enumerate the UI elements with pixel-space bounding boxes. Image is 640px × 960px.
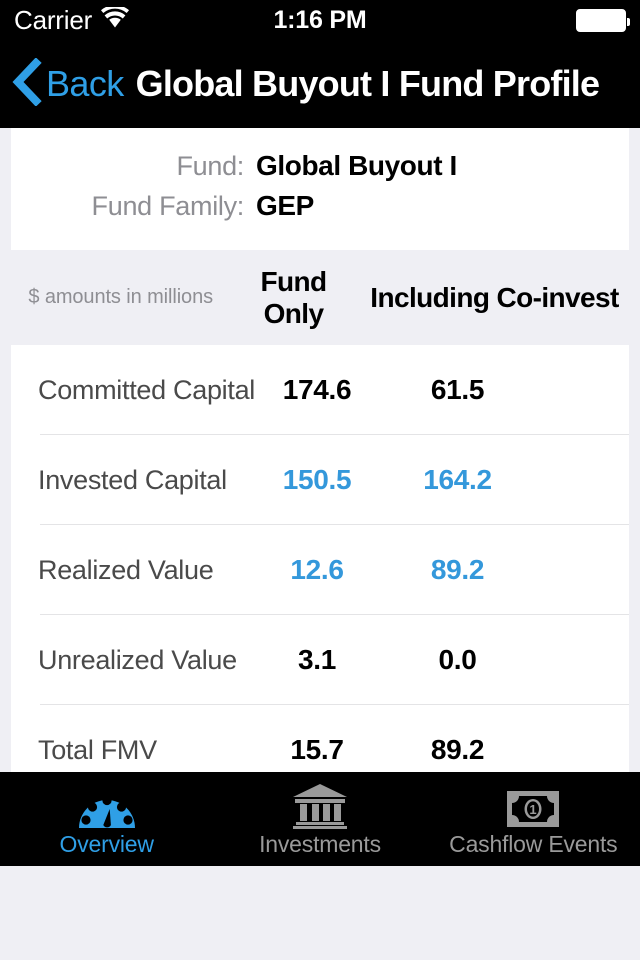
fund-info-card: Fund: Global Buyout I Fund Family: GEP: [11, 128, 629, 250]
fund-family-value: GEP: [256, 190, 314, 221]
table-row[interactable]: Invested Capital 150.5 164.2: [11, 435, 629, 525]
wifi-icon: [101, 5, 130, 33]
tab-cashflow-events[interactable]: 1 Cashflow Events: [427, 772, 640, 866]
back-button[interactable]: Back: [12, 56, 124, 111]
banknote-icon: 1: [505, 783, 561, 829]
fund-family-label: Fund Family:: [91, 191, 245, 221]
row-value-co-invest: 61.5: [430, 374, 485, 405]
status-bar-left: Carrier: [14, 5, 130, 35]
table-row[interactable]: Realized Value 12.6 89.2: [11, 525, 629, 615]
gauge-icon: [78, 783, 136, 829]
row-label-committed-capital: Committed Capital: [38, 374, 255, 405]
column-header-fund-only: Fund Only: [260, 265, 327, 329]
tab-label-investments: Investments: [259, 830, 381, 857]
status-bar-right: [576, 8, 630, 32]
fund-value: Global Buyout I: [256, 150, 457, 181]
table-row[interactable]: Committed Capital 174.6 61.5: [11, 345, 629, 435]
row-value-fund-only: 15.7: [290, 734, 344, 765]
row-value-co-invest: 89.2: [430, 734, 485, 765]
metrics-table: Committed Capital 174.6 61.5 Invested Ca…: [11, 345, 629, 797]
row-value-fund-only[interactable]: 150.5: [256, 464, 378, 496]
status-bar: Carrier 1:16 PM: [0, 0, 640, 40]
content-area: Fund: Global Buyout I Fund Family: GEP $…: [0, 128, 640, 866]
tab-label-cashflow-events: Cashflow Events: [449, 830, 618, 857]
battery-full-icon: [576, 8, 630, 32]
fund-label: Fund:: [176, 151, 244, 181]
column-header-including-co-invest: Including Co-invest: [370, 281, 619, 313]
table-row[interactable]: Unrealized Value 3.1 0.0: [11, 615, 629, 705]
row-label-realized-value: Realized Value: [38, 554, 214, 585]
tab-investments[interactable]: Investments: [213, 772, 426, 866]
tab-overview[interactable]: Overview: [0, 772, 213, 866]
chevron-left-icon: [12, 56, 42, 111]
navigation-bar: Back Global Buyout I Fund Profile: [0, 40, 640, 128]
tab-label-overview: Overview: [59, 830, 154, 857]
row-label-invested-capital: Invested Capital: [38, 464, 227, 495]
carrier-label: Carrier: [14, 5, 93, 35]
svg-text:1: 1: [530, 802, 537, 817]
row-value-fund-only: 174.6: [282, 374, 352, 405]
row-value-co-invest[interactable]: 164.2: [378, 464, 629, 496]
row-value-co-invest[interactable]: 89.2: [378, 554, 629, 586]
row-value-fund-only: 3.1: [297, 644, 337, 675]
back-label: Back: [46, 63, 124, 104]
row-label-unrealized-value: Unrealized Value: [38, 644, 237, 675]
tab-bar: Overview Investments 1 Cashflow Events: [0, 772, 640, 866]
table-column-header: $ amounts in millions Fund Only Includin…: [0, 250, 640, 345]
fund-family-row: Fund Family: GEP: [11, 190, 629, 230]
bank-icon: [291, 783, 349, 829]
row-value-co-invest: 0.0: [438, 644, 477, 675]
row-label-total-fmv: Total FMV: [38, 734, 157, 765]
fund-info-row: Fund: Global Buyout I: [11, 150, 629, 190]
page-title: Global Buyout I Fund Profile: [135, 63, 600, 104]
row-value-fund-only[interactable]: 12.6: [256, 554, 378, 586]
amounts-note: $ amounts in millions: [28, 286, 213, 308]
